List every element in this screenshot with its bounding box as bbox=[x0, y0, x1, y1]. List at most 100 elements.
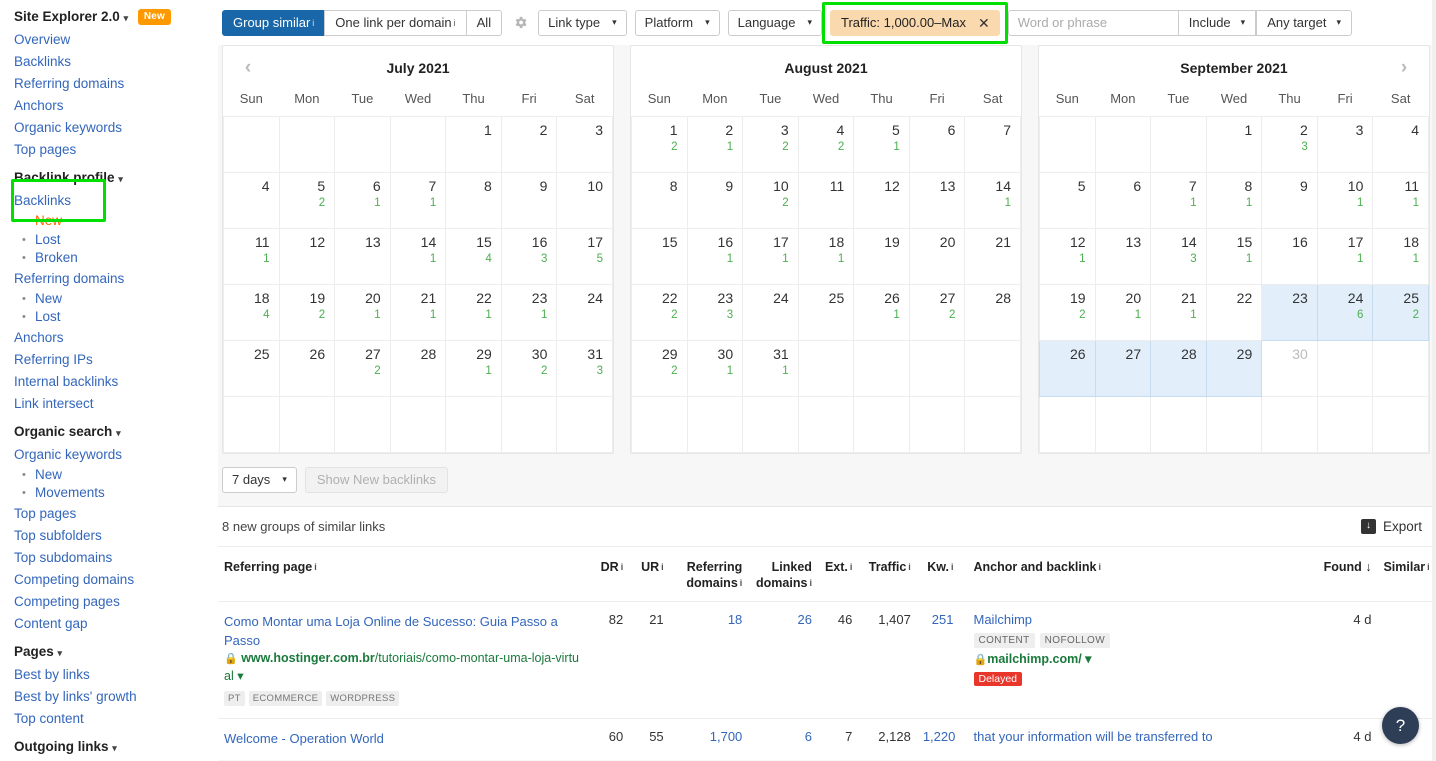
export-button[interactable]: ↓ Export bbox=[1360, 518, 1422, 534]
calendar-day-cell[interactable]: 5 bbox=[1039, 171, 1096, 229]
sidebar-group-organic-search[interactable]: Organic search ▾ bbox=[14, 415, 218, 444]
calendar-day-cell[interactable]: 21 bbox=[964, 227, 1021, 285]
sidebar-item-os-competing-domains[interactable]: Competing domains bbox=[14, 569, 218, 591]
calendar-day-cell[interactable]: 19 2 bbox=[278, 283, 336, 341]
column-traffic[interactable]: Traffic i bbox=[858, 547, 916, 602]
calendar-day-cell[interactable]: 24 bbox=[742, 283, 799, 341]
calendar-day-cell[interactable]: 17 1 bbox=[1316, 227, 1374, 285]
calendar-day-cell[interactable]: 27 2 bbox=[334, 339, 391, 397]
sidebar-item-organic-keywords[interactable]: Organic keywords bbox=[14, 117, 218, 139]
sidebar-header[interactable]: Site Explorer 2.0 ▾ New bbox=[14, 0, 218, 29]
sidebar-item-anchors[interactable]: Anchors bbox=[14, 95, 218, 117]
info-icon[interactable]: i bbox=[661, 562, 664, 572]
referring-page-title[interactable]: Como Montar uma Loja Online de Sucesso: … bbox=[224, 612, 583, 650]
calendar-day-cell[interactable]: 11 1 bbox=[1372, 171, 1429, 229]
calendar-day-cell[interactable]: 22 2 bbox=[631, 283, 688, 341]
calendar-day-cell[interactable]: 19 2 bbox=[1039, 283, 1096, 341]
sidebar-item-os-competing-pages[interactable]: Competing pages bbox=[14, 591, 218, 613]
sidebar-item-bp-referring-ips[interactable]: Referring IPs bbox=[14, 349, 218, 371]
sidebar-item-pg-top-content[interactable]: Top content bbox=[14, 708, 218, 730]
info-icon[interactable]: i bbox=[809, 578, 812, 588]
calendar-day-cell[interactable]: 27 2 bbox=[908, 283, 966, 341]
column-ur[interactable]: UR i bbox=[629, 547, 669, 602]
referring-page-title[interactable]: Welcome - Operation World bbox=[224, 729, 583, 748]
calendar-day-cell[interactable]: 19 bbox=[853, 227, 910, 285]
calendar-day-cell[interactable]: 1 bbox=[445, 115, 502, 173]
sidebar-item-os-top-pages[interactable]: Top pages bbox=[14, 503, 218, 525]
calendar-day-cell[interactable]: 20 1 bbox=[334, 283, 391, 341]
calendar-day-cell[interactable]: 17 1 bbox=[742, 227, 799, 285]
info-icon[interactable]: i bbox=[908, 562, 911, 572]
calendar-day-cell[interactable]: 16 3 bbox=[500, 227, 558, 285]
calendar-day-cell[interactable]: 31 3 bbox=[556, 339, 613, 397]
anchor-text[interactable]: Mailchimp bbox=[974, 612, 1302, 627]
search-input[interactable] bbox=[1007, 9, 1178, 36]
sidebar-item-backlinks[interactable]: Backlinks bbox=[14, 51, 218, 73]
calendar-day-cell[interactable]: 13 bbox=[1094, 227, 1152, 285]
calendar-day-cell[interactable]: 8 bbox=[631, 171, 688, 229]
column-referring-domains[interactable]: Referring domains i bbox=[670, 547, 749, 602]
calendar-day-cell[interactable]: 23 3 bbox=[686, 283, 744, 341]
sidebar-item-bp-backlinks[interactable]: Backlinks bbox=[14, 190, 218, 212]
calendar-day-cell[interactable]: 14 3 bbox=[1150, 227, 1207, 285]
sidebar-item-os-top-subfolders[interactable]: Top subfolders bbox=[14, 525, 218, 547]
value-link[interactable]: 18 bbox=[728, 612, 742, 627]
value-link[interactable]: 26 bbox=[797, 612, 811, 627]
calendar-day-cell[interactable]: 16 bbox=[1261, 227, 1318, 285]
calendar-day-cell[interactable]: 16 1 bbox=[686, 227, 744, 285]
platform-dropdown[interactable]: Platform ▾ bbox=[634, 9, 720, 36]
all-button[interactable]: All bbox=[465, 9, 503, 36]
sidebar-item-bp-rd-new[interactable]: New bbox=[14, 290, 218, 309]
value-link[interactable]: 6 bbox=[805, 729, 812, 744]
column-kw[interactable]: Kw. i bbox=[917, 547, 960, 602]
sidebar-item-bp-backlinks-new[interactable]: New bbox=[14, 212, 218, 231]
calendar-day-cell[interactable]: 23 bbox=[1261, 283, 1318, 341]
calendar-day-cell[interactable]: 8 bbox=[445, 171, 502, 229]
calendar-day-cell[interactable]: 12 bbox=[853, 171, 910, 229]
calendar-day-cell[interactable]: 9 bbox=[1261, 171, 1318, 229]
sidebar-item-os-movements[interactable]: Movements bbox=[14, 484, 218, 503]
calendar-day-cell[interactable]: 27 bbox=[1094, 339, 1152, 397]
cell-referring-domains[interactable]: 1,700 bbox=[669, 717, 749, 760]
calendar-day-cell[interactable]: 18 4 bbox=[223, 283, 280, 341]
info-icon[interactable]: i bbox=[454, 18, 456, 28]
calendar-day-cell[interactable]: 15 1 bbox=[1205, 227, 1263, 285]
calendar-day-cell[interactable]: 23 bbox=[1261, 115, 1318, 173]
sidebar-group-pages[interactable]: Pages ▾ bbox=[14, 635, 218, 664]
calendar-day-cell[interactable]: 17 5 bbox=[556, 227, 613, 285]
column-referring-page[interactable]: Referring page i bbox=[218, 547, 589, 602]
sidebar-item-top-pages[interactable]: Top pages bbox=[14, 139, 218, 161]
calendar-day-cell[interactable]: 6 bbox=[1094, 171, 1152, 229]
sidebar-item-referring-domains[interactable]: Referring domains bbox=[14, 73, 218, 95]
info-icon[interactable]: i bbox=[1098, 562, 1101, 572]
one-link-per-domain-button[interactable]: One link per domain i bbox=[324, 9, 467, 36]
page-scrollbar[interactable] bbox=[1432, 0, 1436, 761]
calendar-day-cell[interactable]: 81 bbox=[1205, 171, 1263, 229]
cell-kw[interactable]: 251 bbox=[916, 600, 960, 718]
sidebar-item-bp-internal-backlinks[interactable]: Internal backlinks bbox=[14, 371, 218, 393]
range-select-dropdown[interactable]: 7 days ▾ bbox=[222, 466, 297, 493]
info-icon[interactable]: i bbox=[312, 18, 314, 28]
sidebar-item-bp-backlinks-lost[interactable]: Lost bbox=[14, 231, 218, 250]
calendar-day-cell[interactable]: 30 2 bbox=[500, 339, 558, 397]
calendar-day-cell[interactable]: 42 bbox=[797, 115, 855, 173]
column-found[interactable]: Found ↓ bbox=[1308, 547, 1378, 602]
calendar-day-cell[interactable]: 10 2 bbox=[742, 171, 799, 229]
link-type-dropdown[interactable]: Link type ▾ bbox=[538, 9, 627, 36]
calendar-day-cell[interactable]: 52 bbox=[278, 171, 336, 229]
cell-kw[interactable]: 1,220 bbox=[916, 717, 960, 760]
calendar-day-cell[interactable]: 23 1 bbox=[500, 283, 558, 341]
show-new-backlinks-button[interactable]: Show New backlinks bbox=[304, 466, 449, 493]
help-button[interactable]: ? bbox=[1382, 707, 1419, 744]
prev-month-icon[interactable]: ‹ bbox=[229, 46, 267, 90]
calendar-day-cell[interactable]: 25 bbox=[223, 339, 280, 397]
sidebar-item-bp-anchors[interactable]: Anchors bbox=[14, 327, 218, 349]
calendar-day-cell[interactable]: 28 bbox=[1150, 339, 1207, 397]
column-linked-domains[interactable]: Linked domains i bbox=[748, 547, 818, 602]
calendar-day-cell[interactable]: 32 bbox=[742, 115, 799, 173]
calendar-day-cell[interactable]: 11 bbox=[797, 171, 855, 229]
calendar-day-cell[interactable]: 11 1 bbox=[223, 227, 280, 285]
calendar-day-cell[interactable]: 29 2 bbox=[631, 339, 688, 397]
calendar-day-cell[interactable]: 2 bbox=[500, 115, 558, 173]
value-link[interactable]: 1,220 bbox=[923, 729, 956, 744]
